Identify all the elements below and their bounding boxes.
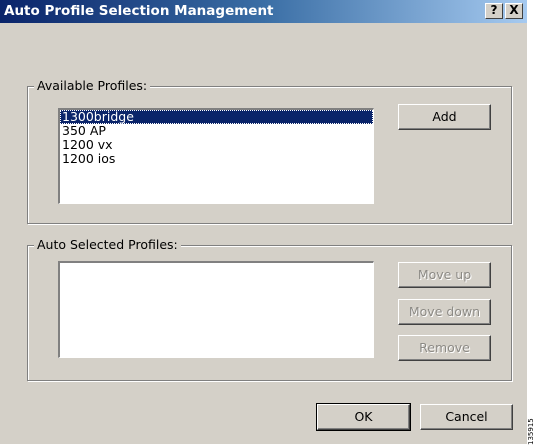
ok-button[interactable]: OK — [316, 403, 411, 431]
dialog-window: Auto Profile Selection Management ? X Av… — [0, 0, 527, 444]
move-up-button[interactable]: Move up — [398, 262, 491, 288]
figure-id-label: 135915 — [527, 418, 535, 445]
auto-selected-profiles-legend: Auto Selected Profiles: — [34, 237, 181, 252]
list-item[interactable]: 1300bridge — [60, 110, 373, 124]
title-bar[interactable]: Auto Profile Selection Management ? X — [0, 0, 527, 23]
auto-selected-profiles-listbox[interactable] — [58, 261, 374, 358]
move-down-button[interactable]: Move down — [398, 299, 491, 325]
available-profiles-legend: Available Profiles: — [34, 78, 151, 93]
cancel-button[interactable]: Cancel — [420, 404, 513, 430]
list-item[interactable]: 350 AP — [60, 124, 373, 138]
close-button[interactable]: X — [505, 3, 523, 19]
window-title: Auto Profile Selection Management — [4, 3, 274, 19]
remove-button[interactable]: Remove — [398, 335, 491, 361]
add-button[interactable]: Add — [398, 104, 491, 130]
list-item[interactable]: 1200 vx — [60, 138, 373, 152]
available-profiles-listbox[interactable]: 1300bridge 350 AP 1200 vx 1200 ios — [58, 108, 374, 204]
help-button[interactable]: ? — [485, 3, 503, 19]
list-item[interactable]: 1200 ios — [60, 152, 373, 166]
